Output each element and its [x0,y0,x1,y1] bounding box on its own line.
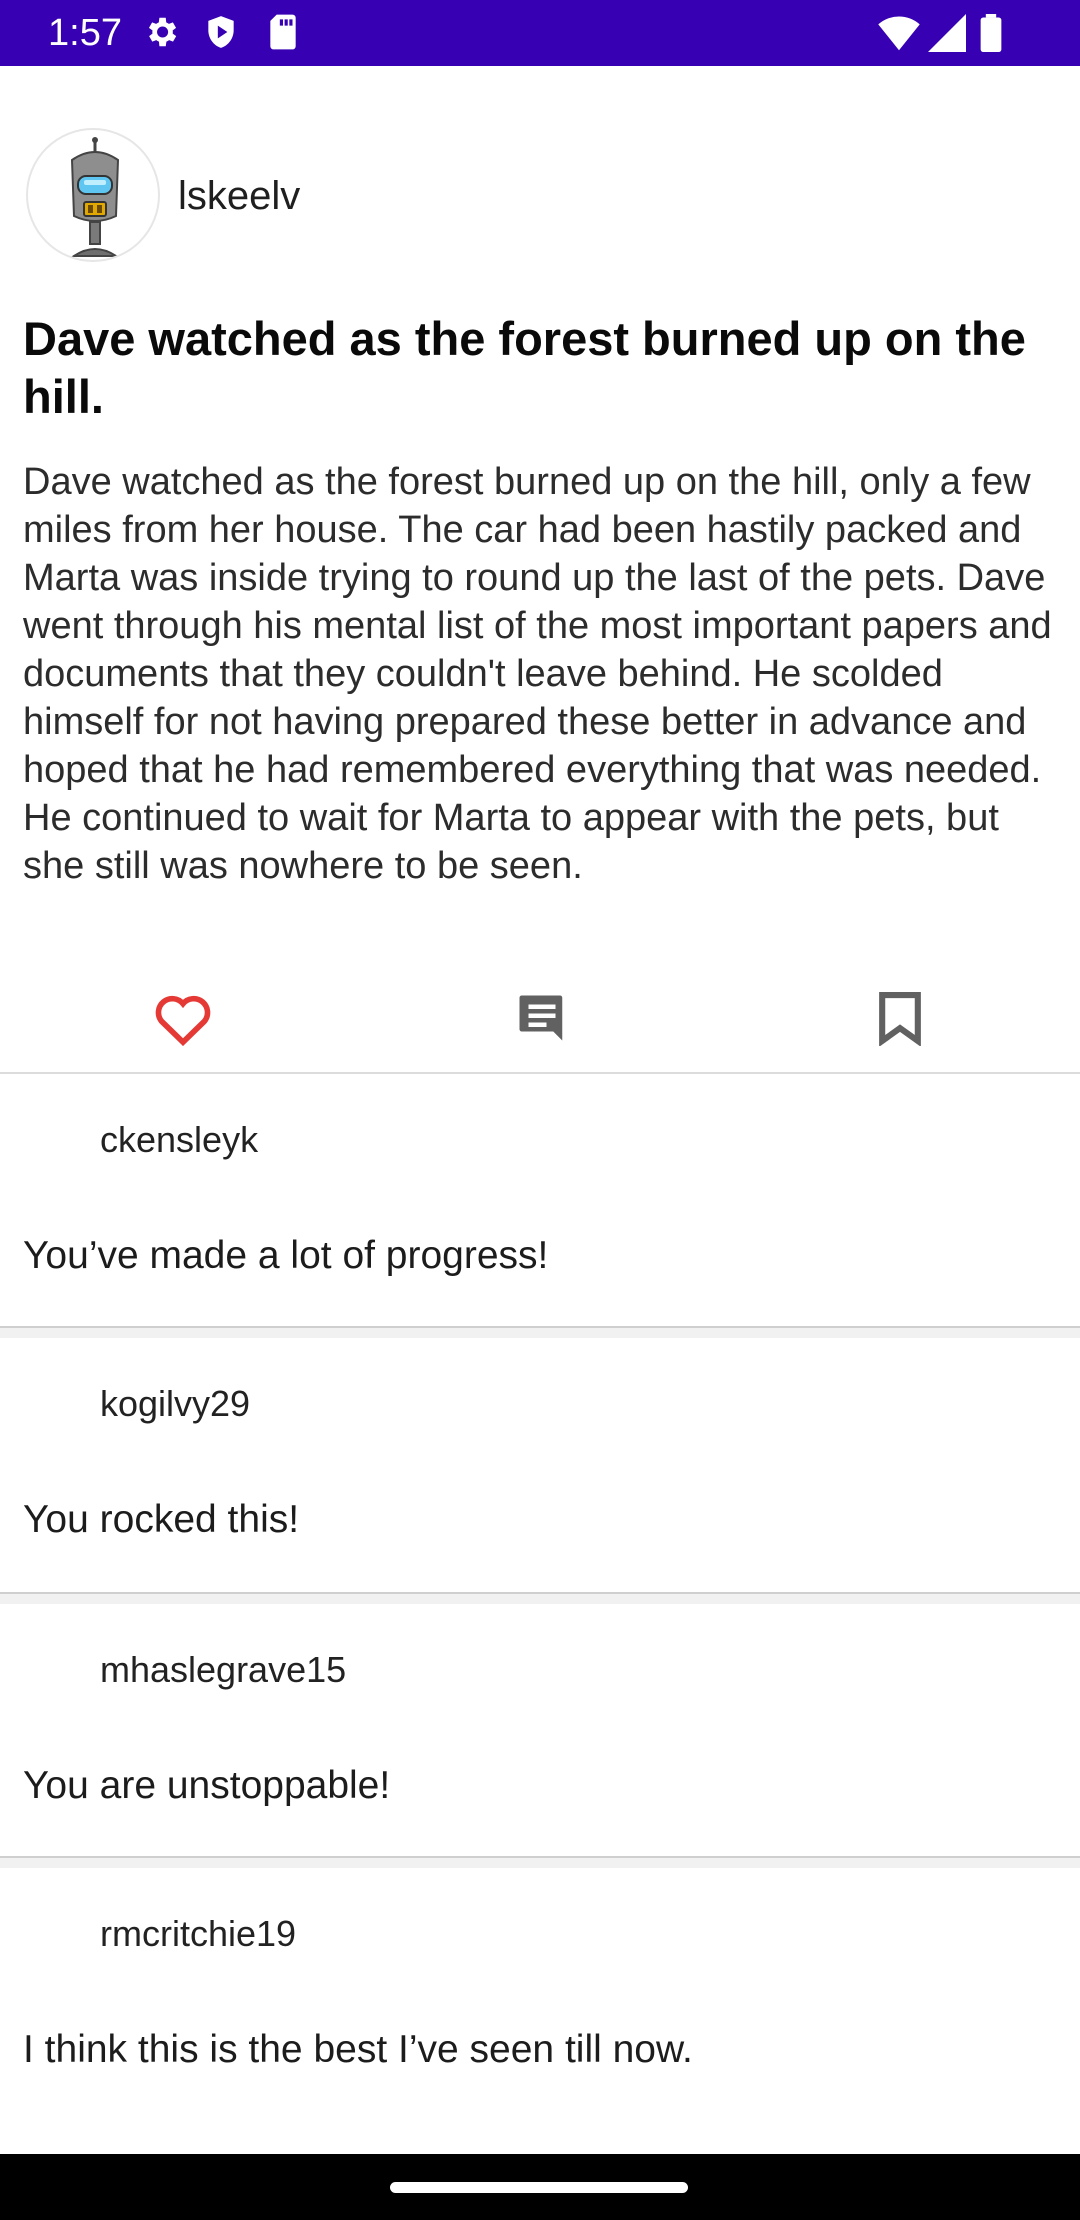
bookmark-outline-icon [877,990,923,1051]
comment-username[interactable]: mhaslegrave15 [100,1648,346,1692]
like-button[interactable] [143,980,223,1060]
shield-play-icon [202,13,240,56]
status-bar: 1:57 [0,0,1080,66]
post-actions [0,980,1080,1074]
comment-username[interactable]: kogilvy29 [100,1382,250,1426]
comment-text: You rocked this! [23,1498,300,1541]
comment-username[interactable]: rmcritchie19 [100,1912,296,1956]
comment-separator [0,1856,1080,1868]
home-gesture-handle[interactable] [390,2182,688,2193]
comment-card: ckensleyk You’ve made a lot of progress! [0,1074,1080,1326]
comment-separator [0,1592,1080,1604]
gear-icon [142,13,180,56]
comment-card: kogilvy29 You rocked this! [0,1338,1080,1590]
robot-avatar-icon[interactable] [26,128,160,262]
post-body: Dave watched as the forest burned up on … [23,461,1052,887]
navigation-bar [0,2154,1080,2220]
author-name[interactable]: lskeelv [178,172,300,220]
comment-card: mhaslegrave15 You are unstoppable! [0,1604,1080,1856]
comment-username[interactable]: ckensleyk [100,1118,258,1162]
comment-text: You are unstoppable! [23,1764,391,1807]
post-title: Dave watched as the forest burned up on … [23,312,1026,423]
battery-icon [980,14,1002,57]
comment-button[interactable] [502,980,582,1060]
status-time: 1:57 [48,12,122,54]
signal-icon [928,14,966,57]
comment-separator [0,1326,1080,1338]
comment-icon [515,991,569,1050]
wifi-icon [878,14,920,57]
heart-outline-icon [152,990,214,1051]
comment-text: I think this is the best I’ve seen till … [23,2028,693,2071]
bookmark-button[interactable] [860,980,940,1060]
sd-card-icon [266,13,300,56]
comment-text: You’ve made a lot of progress! [23,1234,549,1277]
comment-card: rmcritchie19 I think this is the best I’… [0,1868,1080,2120]
